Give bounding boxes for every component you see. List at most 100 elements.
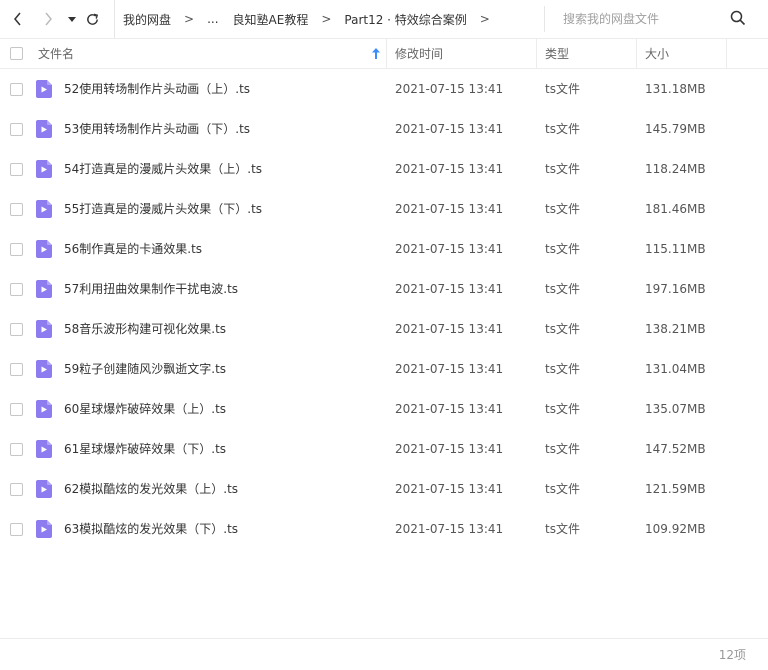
video-file-icon bbox=[36, 200, 52, 218]
chevron-right-icon bbox=[45, 12, 52, 26]
file-size: 138.21MB bbox=[645, 322, 706, 336]
row-checkbox[interactable] bbox=[10, 523, 23, 536]
file-modified: 2021-07-15 13:41 bbox=[395, 82, 504, 96]
file-type: ts文件 bbox=[545, 522, 580, 536]
file-modified: 2021-07-15 13:41 bbox=[395, 202, 504, 216]
file-size: 131.18MB bbox=[645, 82, 706, 96]
column-divider[interactable] bbox=[636, 39, 637, 68]
file-row[interactable]: 60星球爆炸破碎效果（上）.ts 2021-07-15 13:41 ts文件 135.… bbox=[0, 389, 768, 429]
refresh-icon bbox=[86, 13, 98, 25]
video-file-icon bbox=[36, 240, 52, 258]
file-row[interactable]: 52使用转场制作片头动画（上）.ts 2021-07-15 13:41 ts文件 13… bbox=[0, 69, 768, 109]
status-bar: 12项 bbox=[0, 638, 768, 670]
row-checkbox[interactable] bbox=[10, 483, 23, 496]
select-all-checkbox[interactable] bbox=[10, 47, 23, 60]
caret-down-icon bbox=[68, 17, 76, 22]
file-name[interactable]: 52使用转场制作片头动画（上）.ts bbox=[64, 69, 250, 109]
file-size: 121.59MB bbox=[645, 482, 706, 496]
file-name[interactable]: 53使用转场制作片头动画（下）.ts bbox=[64, 109, 250, 149]
row-checkbox[interactable] bbox=[10, 123, 23, 136]
file-modified: 2021-07-15 13:41 bbox=[395, 522, 504, 536]
file-row[interactable]: 59粒子创建随风沙飘逝文字.ts 2021-07-15 13:41 ts文件 131.… bbox=[0, 349, 768, 389]
file-name[interactable]: 56制作真是的卡通效果.ts bbox=[64, 229, 202, 269]
breadcrumb-root[interactable]: 我的网盘 bbox=[123, 11, 171, 28]
file-type: ts文件 bbox=[545, 162, 580, 176]
row-checkbox[interactable] bbox=[10, 323, 23, 336]
file-type: ts文件 bbox=[545, 122, 580, 136]
row-checkbox[interactable] bbox=[10, 363, 23, 376]
video-file-icon bbox=[36, 80, 52, 98]
file-size: 115.11MB bbox=[645, 242, 706, 256]
column-size[interactable]: 大小 bbox=[645, 39, 725, 68]
file-name[interactable]: 61星球爆炸破碎效果（下）.ts bbox=[64, 429, 226, 469]
file-modified: 2021-07-15 13:41 bbox=[395, 322, 504, 336]
video-file-icon bbox=[36, 400, 52, 418]
row-checkbox[interactable] bbox=[10, 163, 23, 176]
file-modified: 2021-07-15 13:41 bbox=[395, 362, 504, 376]
row-checkbox[interactable] bbox=[10, 83, 23, 96]
row-checkbox[interactable] bbox=[10, 283, 23, 296]
column-header: 文件名 修改时间 类型 大小 bbox=[0, 38, 768, 69]
file-modified: 2021-07-15 13:41 bbox=[395, 282, 504, 296]
search-input[interactable] bbox=[563, 12, 743, 26]
column-modified[interactable]: 修改时间 bbox=[395, 39, 535, 68]
file-row[interactable]: 54打造真是的漫威片头效果（上）.ts 2021-07-15 13:41 ts文件 1… bbox=[0, 149, 768, 189]
column-type[interactable]: 类型 bbox=[545, 39, 635, 68]
file-modified: 2021-07-15 13:41 bbox=[395, 242, 504, 256]
file-row[interactable]: 56制作真是的卡通效果.ts 2021-07-15 13:41 ts文件 115.11… bbox=[0, 229, 768, 269]
file-row[interactable]: 55打造真是的漫威片头效果（下）.ts 2021-07-15 13:41 ts文件 1… bbox=[0, 189, 768, 229]
column-name[interactable]: 文件名 bbox=[38, 39, 386, 68]
file-row[interactable]: 63模拟酷炫的发光效果（下）.ts 2021-07-15 13:41 ts文件 109… bbox=[0, 509, 768, 549]
file-size: 147.52MB bbox=[645, 442, 706, 456]
column-size-label: 大小 bbox=[645, 47, 670, 61]
file-name[interactable]: 54打造真是的漫威片头效果（上）.ts bbox=[64, 149, 262, 189]
breadcrumb-current[interactable]: Part12 · 特效综合案例 bbox=[344, 11, 466, 28]
file-name[interactable]: 60星球爆炸破碎效果（上）.ts bbox=[64, 389, 226, 429]
file-modified: 2021-07-15 13:41 bbox=[395, 162, 504, 176]
file-row[interactable]: 58音乐波形构建可视化效果.ts 2021-07-15 13:41 ts文件 138.… bbox=[0, 309, 768, 349]
file-name[interactable]: 59粒子创建随风沙飘逝文字.ts bbox=[64, 349, 226, 389]
file-row[interactable]: 53使用转场制作片头动画（下）.ts 2021-07-15 13:41 ts文件 14… bbox=[0, 109, 768, 149]
file-name[interactable]: 57利用扭曲效果制作干扰电波.ts bbox=[64, 269, 238, 309]
file-type: ts文件 bbox=[545, 362, 580, 376]
video-file-icon bbox=[36, 280, 52, 298]
search-box bbox=[544, 6, 768, 32]
file-row[interactable]: 61星球爆炸破碎效果（下）.ts 2021-07-15 13:41 ts文件 147.… bbox=[0, 429, 768, 469]
breadcrumb-ellipsis[interactable]: ... bbox=[207, 12, 218, 26]
file-size: 131.04MB bbox=[645, 362, 706, 376]
file-row[interactable]: 57利用扭曲效果制作干扰电波.ts 2021-07-15 13:41 ts文件 197… bbox=[0, 269, 768, 309]
refresh-button[interactable] bbox=[80, 7, 104, 31]
toolbar: 我的网盘 > ... > 良知塾AE教程 > Part12 · 特效综合案例 > bbox=[0, 0, 768, 38]
column-divider[interactable] bbox=[726, 39, 727, 68]
file-modified: 2021-07-15 13:41 bbox=[395, 442, 504, 456]
row-checkbox[interactable] bbox=[10, 403, 23, 416]
row-checkbox[interactable] bbox=[10, 243, 23, 256]
search-button[interactable] bbox=[730, 10, 748, 28]
file-type: ts文件 bbox=[545, 482, 580, 496]
back-button[interactable] bbox=[6, 7, 30, 31]
column-divider[interactable] bbox=[386, 39, 387, 68]
file-name[interactable]: 55打造真是的漫威片头效果（下）.ts bbox=[64, 189, 262, 229]
breadcrumb-separator: > bbox=[479, 12, 490, 26]
forward-button[interactable] bbox=[36, 7, 60, 31]
file-name[interactable]: 58音乐波形构建可视化效果.ts bbox=[64, 309, 226, 349]
file-size: 145.79MB bbox=[645, 122, 706, 136]
file-row[interactable]: 62模拟酷炫的发光效果（上）.ts 2021-07-15 13:41 ts文件 121… bbox=[0, 469, 768, 509]
column-divider[interactable] bbox=[536, 39, 537, 68]
file-type: ts文件 bbox=[545, 282, 580, 296]
file-size: 109.92MB bbox=[645, 522, 706, 536]
file-type: ts文件 bbox=[545, 322, 580, 336]
video-file-icon bbox=[36, 480, 52, 498]
file-modified: 2021-07-15 13:41 bbox=[395, 482, 504, 496]
file-type: ts文件 bbox=[545, 402, 580, 416]
breadcrumb-folder[interactable]: 良知塾AE教程 bbox=[233, 11, 309, 28]
file-type: ts文件 bbox=[545, 82, 580, 96]
search-icon bbox=[730, 10, 746, 26]
file-name[interactable]: 62模拟酷炫的发光效果（上）.ts bbox=[64, 469, 238, 509]
row-checkbox[interactable] bbox=[10, 443, 23, 456]
column-name-label: 文件名 bbox=[38, 47, 75, 61]
video-file-icon bbox=[36, 160, 52, 178]
row-checkbox[interactable] bbox=[10, 203, 23, 216]
file-name[interactable]: 63模拟酷炫的发光效果（下）.ts bbox=[64, 509, 238, 549]
file-type: ts文件 bbox=[545, 442, 580, 456]
